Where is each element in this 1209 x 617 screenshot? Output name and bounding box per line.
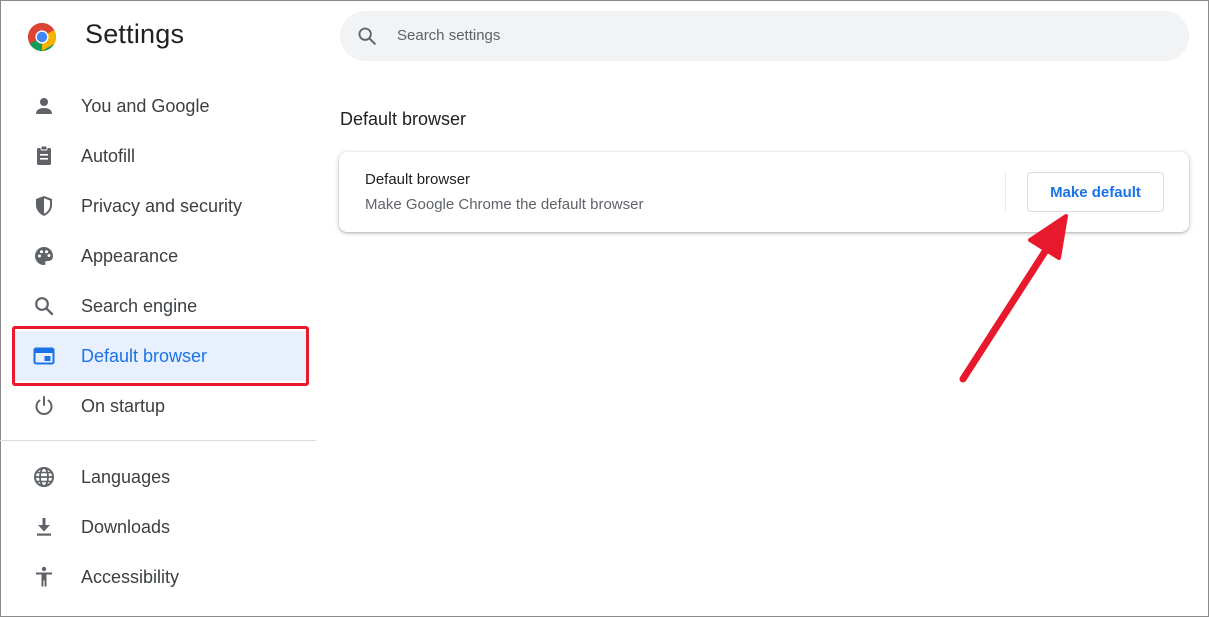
search-input[interactable]: Search settings bbox=[397, 27, 500, 44]
section-title: Default browser bbox=[340, 109, 467, 129]
sidebar-item-label: Appearance bbox=[81, 246, 179, 266]
sidebar-item-label: On startup bbox=[81, 396, 166, 416]
sidebar-item-appearance[interactable]: Appearance bbox=[14, 231, 306, 281]
sidebar-item-label: Accessibility bbox=[81, 567, 180, 587]
globe-icon bbox=[34, 467, 54, 487]
card-separator bbox=[1005, 172, 1006, 212]
app-title: Settings bbox=[85, 19, 185, 49]
sidebar-item-accessibility[interactable]: Accessibility bbox=[14, 552, 306, 602]
shield-icon bbox=[36, 196, 52, 216]
download-icon bbox=[37, 518, 51, 536]
sidebar-item-on-startup[interactable]: On startup bbox=[14, 381, 306, 431]
default-browser-card: Default browser Make Google Chrome the d… bbox=[339, 152, 1189, 232]
sidebar-item-label: Languages bbox=[81, 467, 171, 487]
card-subtitle: Make Google Chrome the default browser bbox=[365, 196, 644, 213]
sidebar-divider bbox=[0, 440, 316, 441]
sidebar-item-label: You and Google bbox=[81, 96, 210, 116]
sidebar-item-label: Autofill bbox=[81, 146, 136, 166]
search-icon bbox=[358, 27, 376, 45]
sidebar-item-label: Privacy and security bbox=[81, 196, 243, 216]
sidebar-item-label: Search engine bbox=[81, 296, 198, 316]
sidebar-item-you-and-google[interactable]: You and Google bbox=[14, 81, 306, 131]
sidebar-item-privacy-and-security[interactable]: Privacy and security bbox=[14, 181, 306, 231]
clipboard-icon bbox=[37, 145, 51, 165]
search-bar[interactable]: Search settings bbox=[340, 11, 1189, 61]
chrome-logo-icon bbox=[28, 23, 56, 51]
make-default-button[interactable]: Make default bbox=[1027, 172, 1164, 212]
sidebar-item-autofill[interactable]: Autofill bbox=[14, 131, 306, 181]
sidebar-item-downloads[interactable]: Downloads bbox=[14, 502, 306, 552]
palette-icon bbox=[35, 247, 53, 265]
sidebar-item-search-engine[interactable]: Search engine bbox=[14, 281, 306, 331]
search-icon bbox=[35, 297, 54, 316]
accessibility-icon bbox=[36, 566, 52, 587]
card-title: Default browser bbox=[365, 171, 471, 188]
annotation-highlight-box bbox=[12, 326, 309, 386]
sidebar-item-languages[interactable]: Languages bbox=[14, 452, 306, 502]
person-icon bbox=[36, 98, 52, 114]
sidebar-item-label: Downloads bbox=[81, 517, 171, 537]
power-icon bbox=[35, 396, 53, 415]
